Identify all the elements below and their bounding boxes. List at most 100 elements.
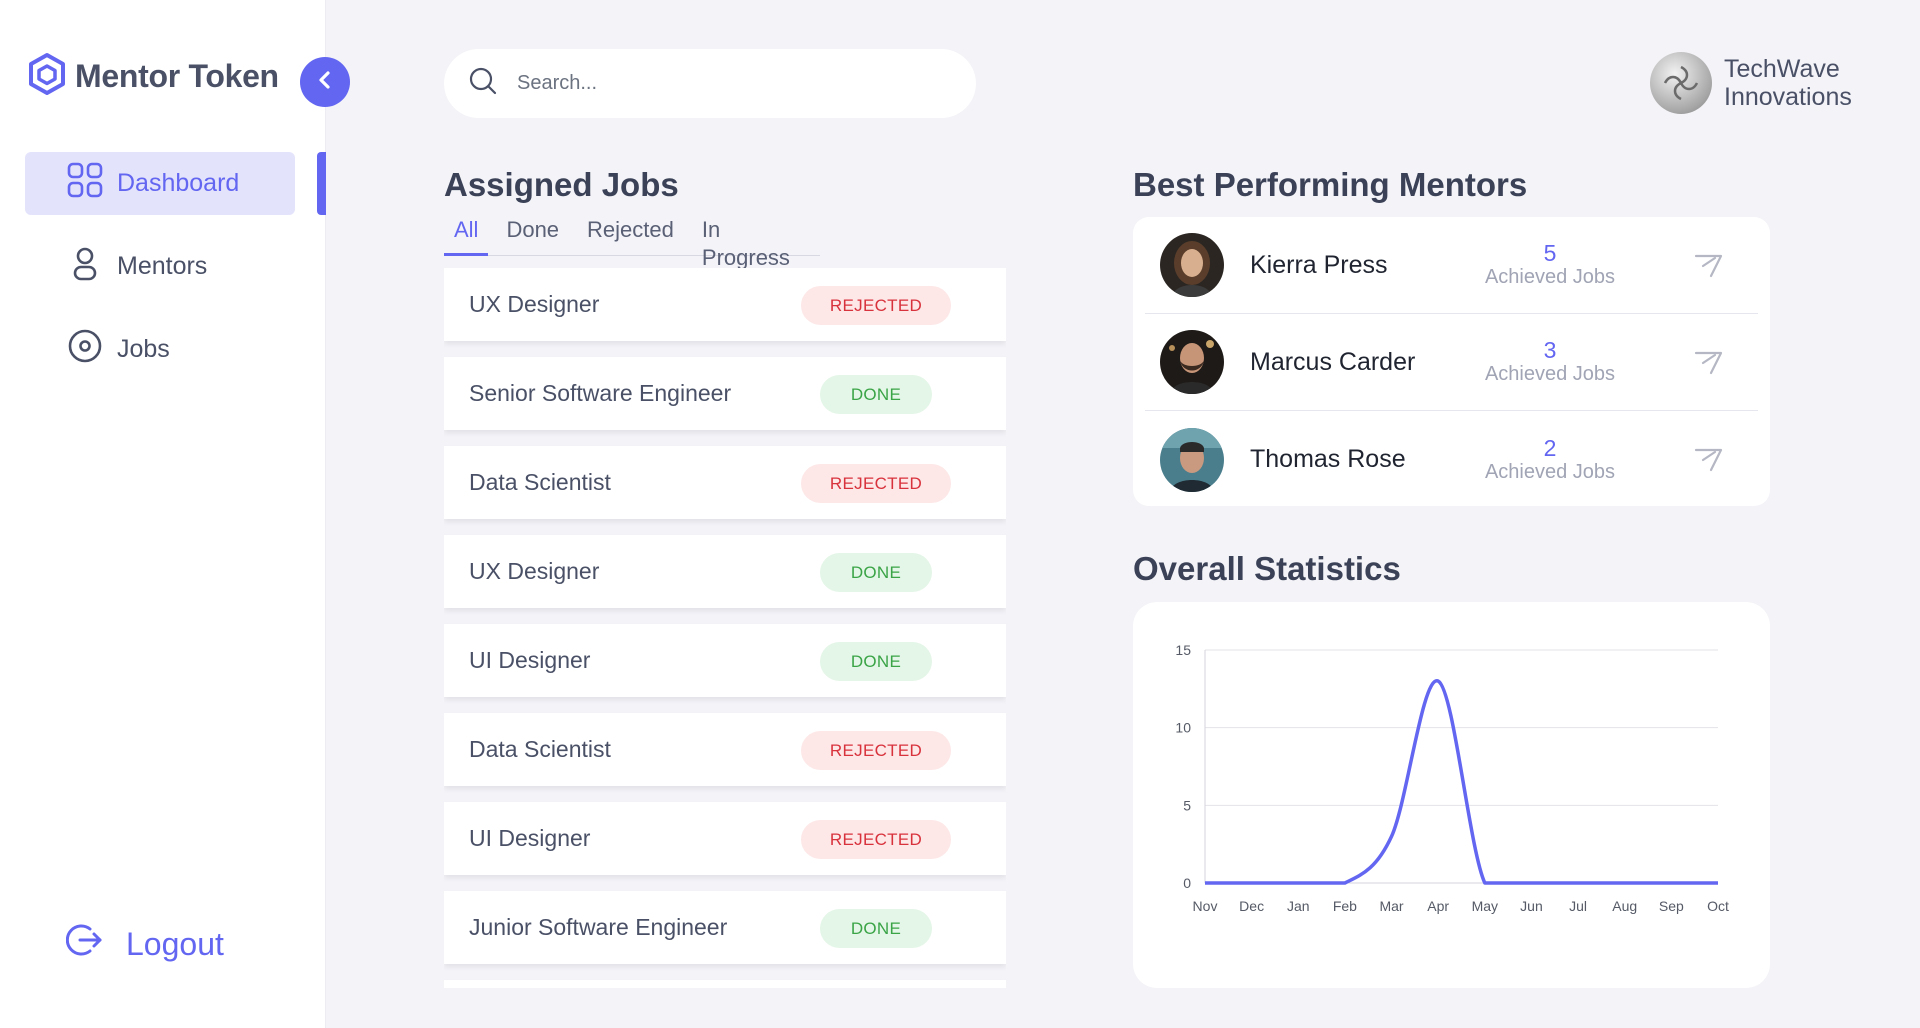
tab-all[interactable]: All [444,216,489,256]
search-icon [469,67,497,100]
sidebar-item-label: Mentors [117,252,208,280]
grid-icon [67,162,103,205]
assigned-jobs-title: Assigned Jobs [444,166,679,203]
sidebar-item-mentors[interactable]: Mentors [25,235,295,298]
x-tick-label: Jun [1520,898,1543,914]
mentors-card: Kierra Press 5 Achieved Jobs Marcus Card… [1133,217,1770,506]
logout-label: Logout [126,925,224,962]
sidebar-item-jobs[interactable]: Jobs [25,318,295,381]
statistics-title: Overall Statistics [1133,550,1401,587]
arrow-up-right-icon[interactable] [1693,250,1725,285]
company-profile[interactable]: TechWave Innovations [1650,52,1852,114]
status-badge: DONE [820,375,932,414]
x-tick-label: Jul [1569,898,1587,914]
mentor-name: Thomas Rose [1250,445,1406,473]
status-badge: DONE [820,553,932,592]
mentor-stats: 3 Achieved Jobs [1475,338,1625,386]
sidebar-nav: Dashboard Mentors Jobs [25,152,295,401]
avatar [1160,427,1224,492]
sidebar-item-label: Jobs [117,335,170,363]
job-title: UX Designer [469,291,600,317]
y-tick-label: 0 [1183,875,1191,891]
active-nav-indicator [317,152,326,215]
x-tick-label: Jan [1287,898,1310,914]
status-badge: REJECTED [801,820,951,859]
sidebar: Mentor Token Dashboard Mentors Jobs Logo… [0,0,326,1028]
achieved-count: 5 [1543,240,1557,266]
mentor-row[interactable]: Marcus Carder 3 Achieved Jobs [1145,314,1758,411]
status-badge: DONE [820,642,932,681]
sidebar-item-dashboard[interactable]: Dashboard [25,152,295,215]
x-tick-label: Sep [1659,898,1684,914]
achieved-caption: Achieved Jobs [1484,266,1616,288]
collapse-sidebar-button[interactable] [300,57,350,107]
brand-name: Mentor Token [75,58,279,94]
x-tick-label: May [1472,898,1498,914]
x-tick-label: Feb [1333,898,1357,914]
y-tick-label: 10 [1175,720,1191,736]
job-list: UX Designer REJECTED Senior Software Eng… [444,268,1006,988]
job-title: UI Designer [469,647,591,673]
mentors-title: Best Performing Mentors [1133,166,1528,203]
mentor-row[interactable]: Thomas Rose 2 Achieved Jobs [1145,411,1758,508]
mentor-stats: 2 Achieved Jobs [1475,436,1625,484]
chevron-left-icon [314,69,336,96]
logout-button[interactable]: Logout [65,921,224,967]
y-tick-label: 15 [1175,642,1191,658]
job-title: Data Scientist [469,469,611,495]
sidebar-item-label: Dashboard [117,169,240,197]
job-row[interactable]: Data Scientist REJECTED [444,446,1006,519]
avatar [1160,330,1224,394]
job-title: UI Designer [469,825,591,851]
job-tabs: All Done Rejected In Progress [444,216,820,270]
status-badge: REJECTED [801,286,951,325]
mentor-stats: 5 Achieved Jobs [1475,241,1625,289]
mentor-name: Kierra Press [1250,250,1388,279]
status-badge: REJECTED [801,464,951,503]
tab-done[interactable]: Done [496,216,569,256]
search-input[interactable] [517,72,937,95]
x-tick-label: Dec [1239,898,1264,914]
statistics-line-chart: 0 5 10 15 Nov Dec Jan Feb Mar Apr May Jun Jul Aug Sep O… [1175,642,1729,914]
tab-rejected[interactable]: Rejected [577,216,684,256]
mentor-name: Marcus Carder [1250,347,1416,376]
mentor-row[interactable]: Kierra Press 5 Achieved Jobs [1145,217,1758,314]
achieved-count: 3 [1543,337,1557,363]
job-row[interactable]: Senior Software Engineer DONE [444,357,1006,430]
job-row[interactable]: UI Designer DONE [444,624,1006,697]
tab-in-progress[interactable]: In Progress [692,216,812,270]
target-icon [67,328,103,371]
series-line [1205,679,1718,885]
achieved-caption: Achieved Jobs [1484,460,1616,483]
hexagon-logo-icon [27,52,67,101]
brand[interactable]: Mentor Token [27,52,279,101]
job-row[interactable]: UI Designer REJECTED [444,802,1006,875]
x-tick-label: Mar [1379,898,1403,914]
statistics-card: 0 5 10 15 Nov Dec Jan Feb Mar Apr May Jun Jul Aug Sep O… [1133,602,1770,988]
status-badge: DONE [820,909,932,948]
job-row[interactable]: UX Designer REJECTED [444,268,1006,341]
job-row[interactable]: Junior Software Engineer DONE [444,891,1006,964]
job-title: UX Designer [469,558,600,584]
job-row-partial[interactable] [444,980,1006,988]
achieved-caption: Achieved Jobs [1484,363,1616,385]
arrow-up-right-icon[interactable] [1693,444,1725,479]
company-name: TechWave Innovations [1724,55,1852,111]
logout-icon [65,921,104,967]
job-title: Data Scientist [469,736,611,762]
y-tick-label: 5 [1183,797,1191,813]
user-icon [67,245,103,288]
x-tick-label: Aug [1612,898,1637,914]
search-bar [444,49,976,118]
job-row[interactable]: UX Designer DONE [444,535,1006,608]
avatar [1160,233,1224,297]
arrow-up-right-icon[interactable] [1693,347,1725,382]
job-row[interactable]: Data Scientist REJECTED [444,713,1006,786]
job-title: Junior Software Engineer [469,914,728,940]
x-tick-label: Oct [1707,898,1729,914]
job-title: Senior Software Engineer [469,380,732,406]
x-tick-label: Apr [1427,898,1449,914]
x-tick-label: Nov [1193,898,1218,914]
company-logo [1650,52,1712,114]
status-badge: REJECTED [801,731,951,770]
